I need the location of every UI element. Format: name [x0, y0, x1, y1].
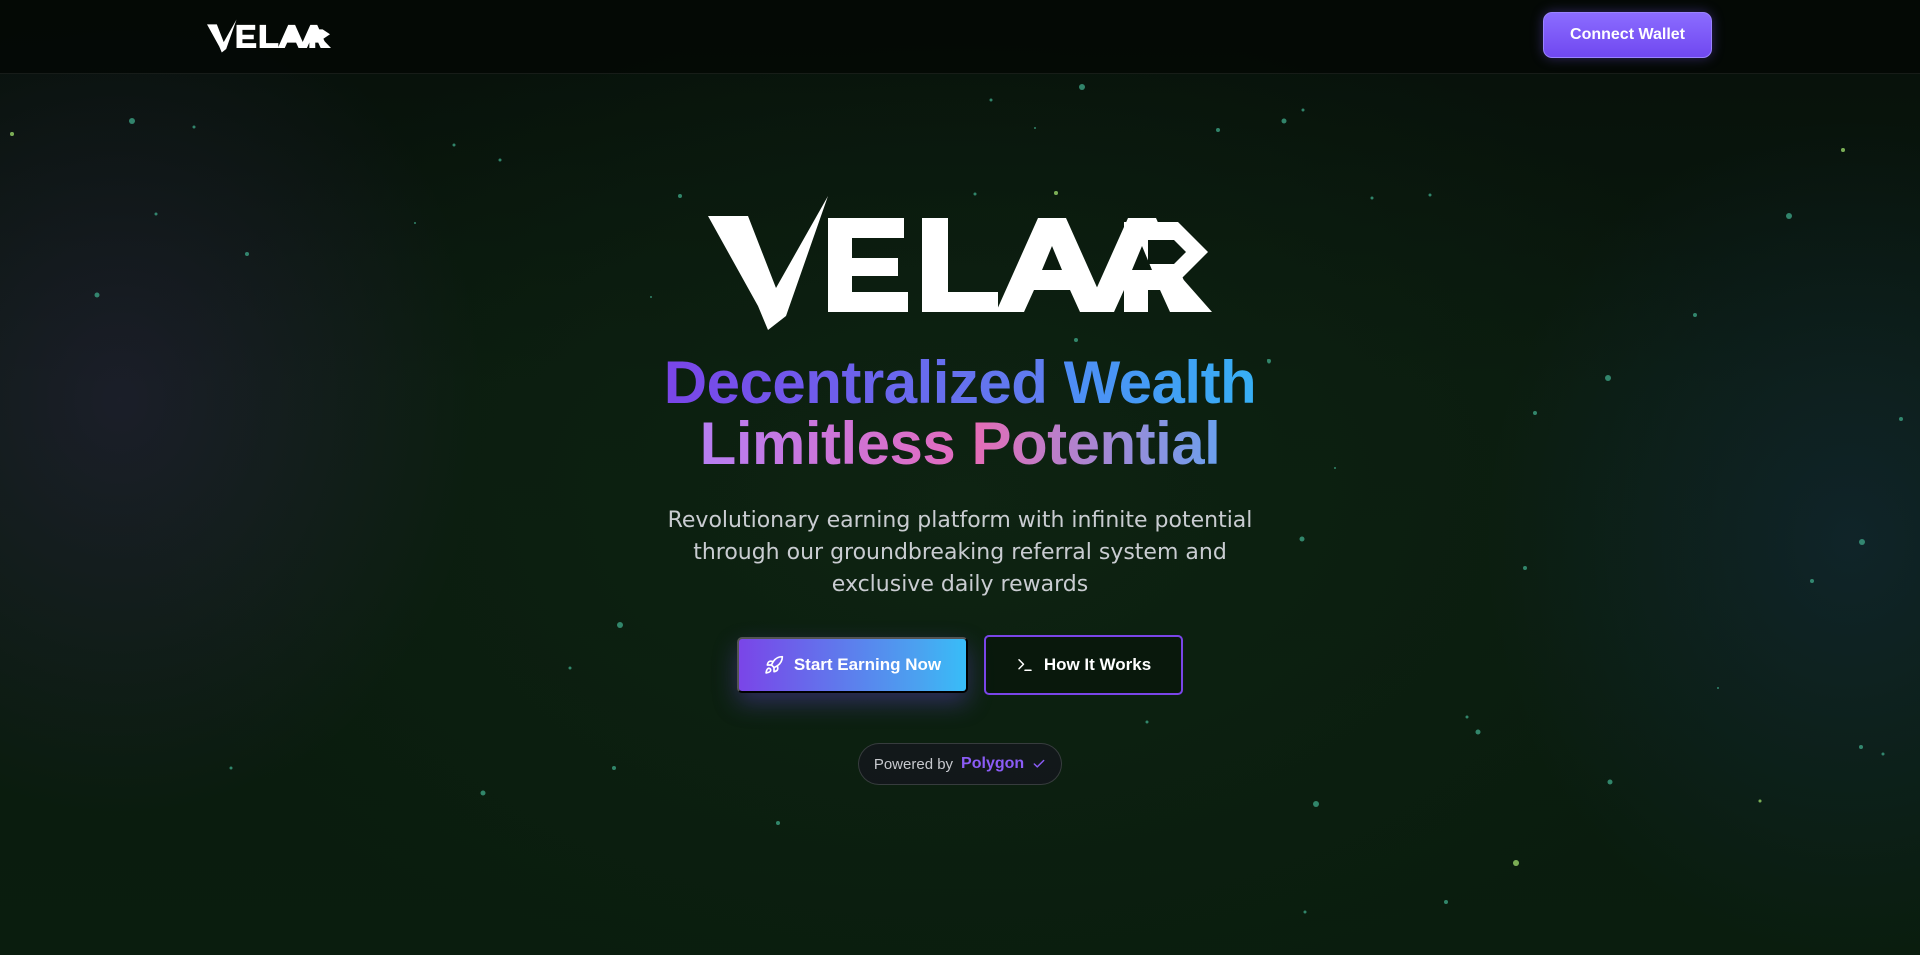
connect-wallet-button[interactable]: Connect Wallet	[1543, 12, 1712, 58]
velaar-logo-large	[708, 196, 1212, 330]
headline-word: Decentralized	[663, 349, 1048, 416]
star-field-decoration	[10, 84, 1903, 914]
rocket-icon	[764, 655, 784, 675]
hero-headline: Decentralized Wealth Limitless Potential	[560, 352, 1360, 474]
headline-word: Potential	[971, 410, 1221, 477]
powered-by-badge[interactable]: Powered by Polygon	[858, 743, 1062, 785]
headline-word: Limitless	[699, 410, 956, 477]
check-icon	[1032, 757, 1046, 771]
start-earning-label: Start Earning Now	[793, 655, 942, 674]
headline-word: Wealth	[1063, 349, 1257, 416]
start-earning-button[interactable]: Start Earning Now	[737, 637, 968, 693]
hero-subtitle: Revolutionary earning platform with infi…	[667, 508, 1253, 597]
landing-page: Connect Wallet Decentralized Wealth Limi…	[0, 0, 1920, 955]
polygon-brand-name: Polygon	[961, 755, 1025, 772]
powered-by-label: Powered by	[873, 755, 954, 773]
how-it-works-button[interactable]: How It Works	[984, 635, 1183, 695]
velaar-logo-small[interactable]	[207, 18, 331, 54]
top-nav-bar: Connect Wallet	[0, 0, 1920, 74]
terminal-icon	[1016, 656, 1034, 674]
how-it-works-label: How It Works	[1043, 655, 1152, 674]
